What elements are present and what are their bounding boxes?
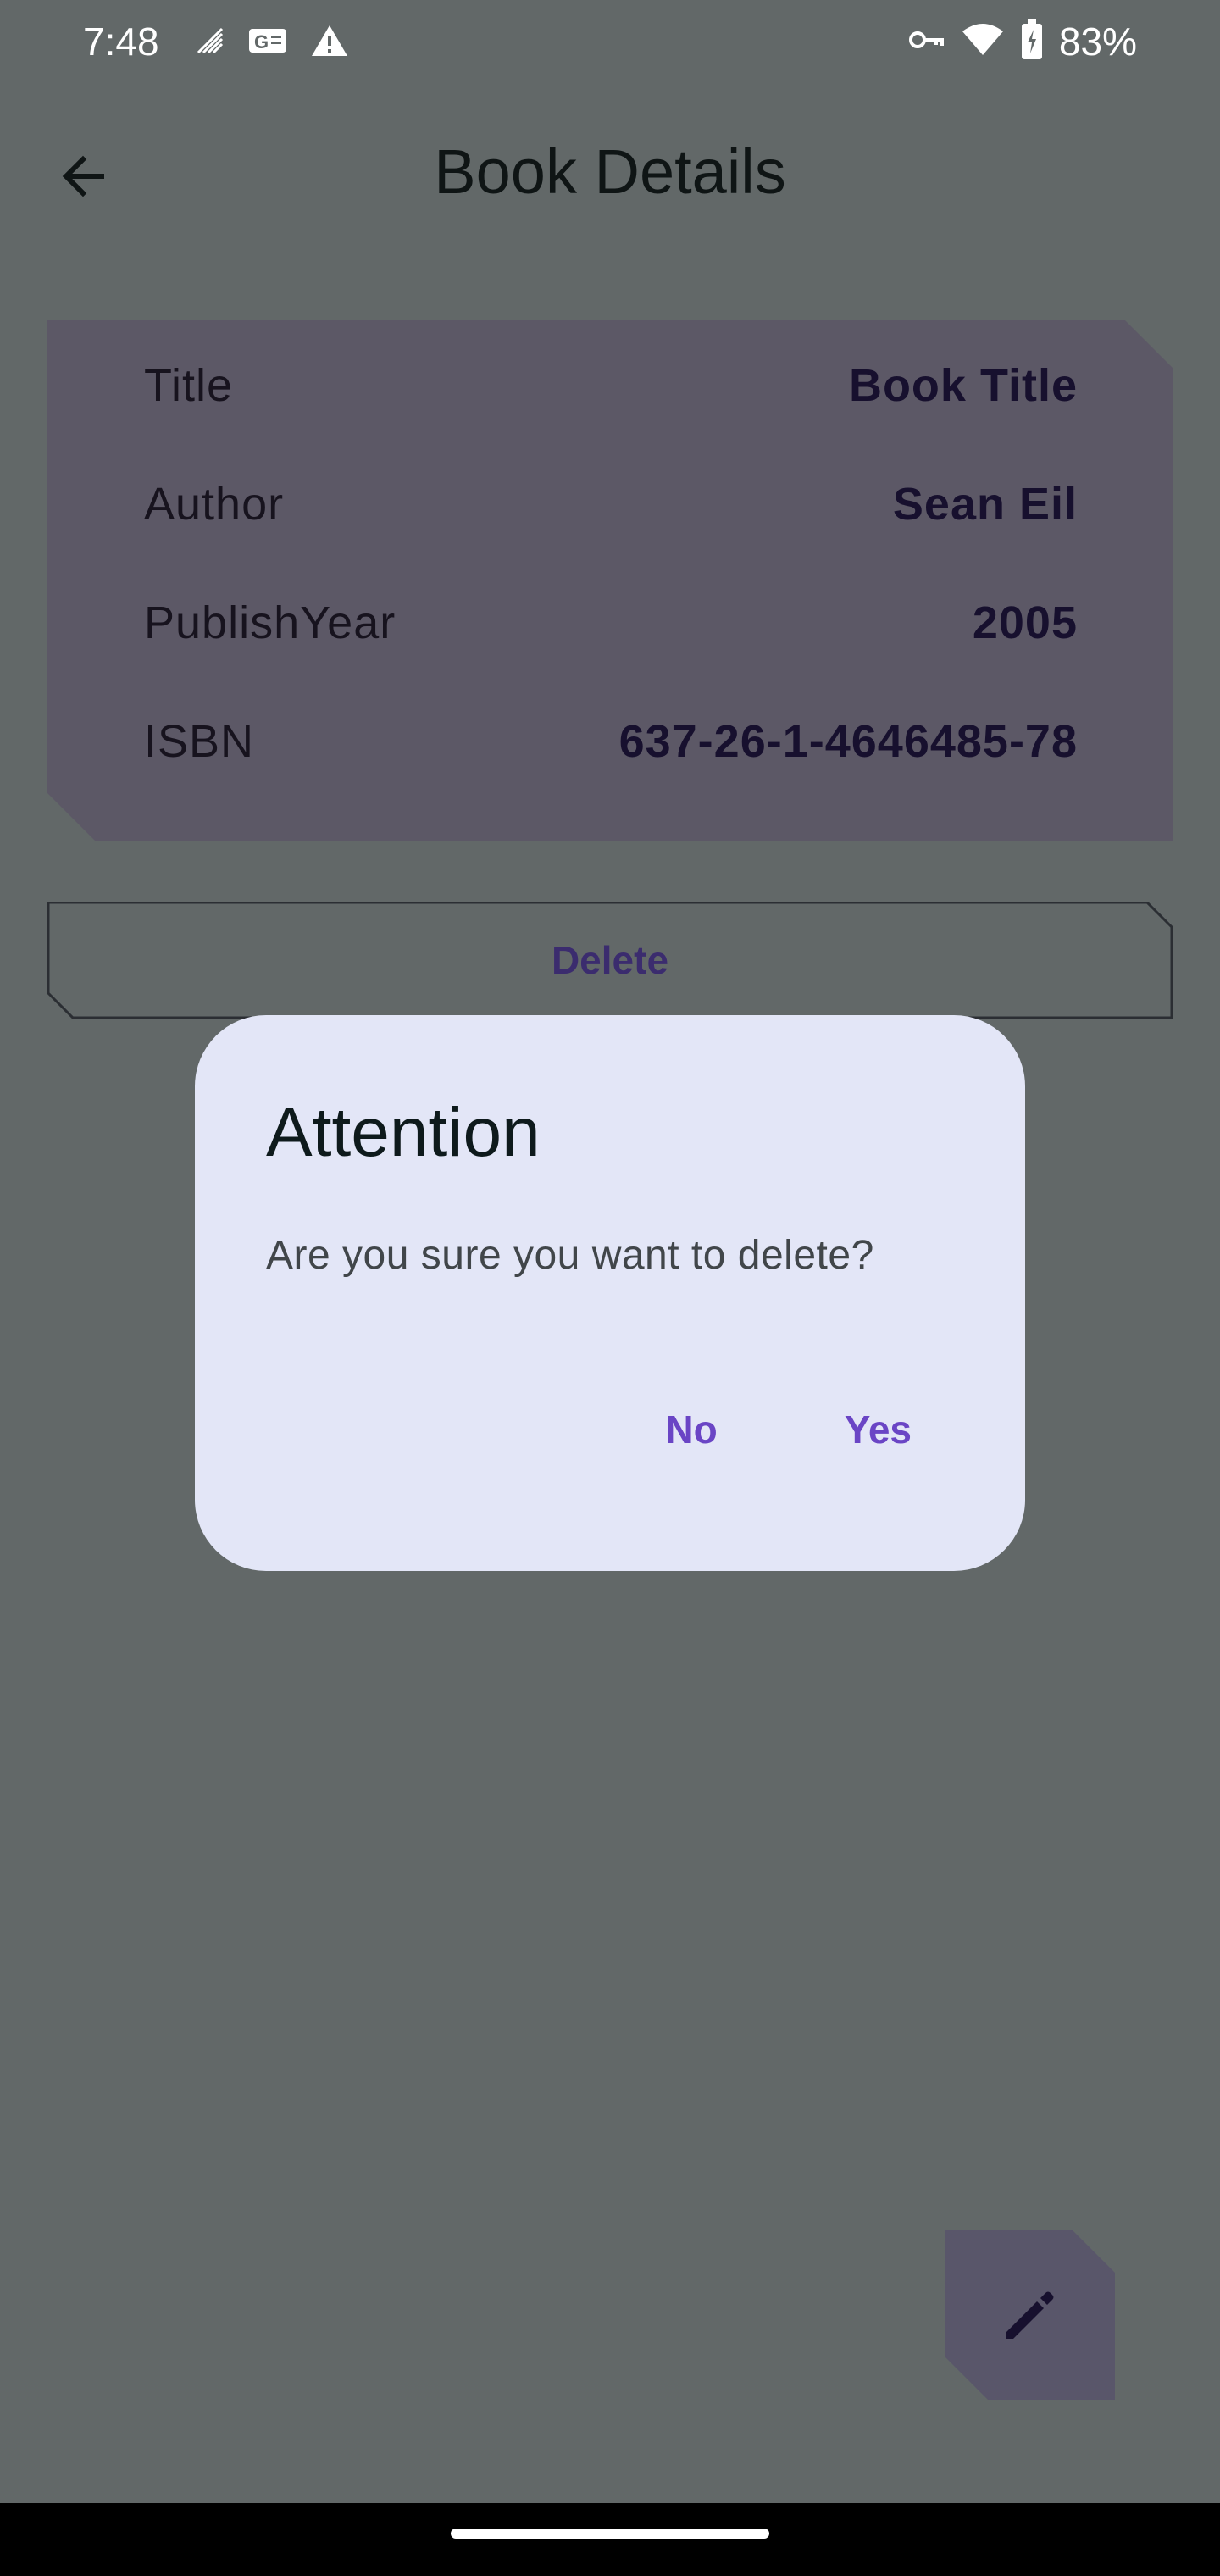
- battery-charging-icon: [1020, 19, 1044, 64]
- edit-fab-button[interactable]: [946, 2230, 1115, 2400]
- delete-button[interactable]: Delete: [47, 902, 1173, 1019]
- detail-value: Book Title: [848, 360, 1078, 411]
- detail-value: 637-26-1-4646485-78: [618, 716, 1078, 767]
- sim-card-icon: G: [247, 25, 288, 60]
- detail-row-isbn: ISBN 637-26-1-4646485-78: [144, 708, 1078, 775]
- app-bar: Book Details: [0, 85, 1220, 271]
- detail-row-title: Title Book Title: [144, 352, 1078, 419]
- detail-value: Sean Eil: [892, 479, 1078, 530]
- navigation-bar: [0, 2503, 1220, 2576]
- vpn-key-icon: [908, 27, 946, 57]
- battery-percent: 83%: [1058, 19, 1137, 64]
- wifi-icon: [961, 23, 1005, 61]
- detail-label: Title: [144, 360, 234, 411]
- book-details-card: Title Book Title Author Sean Eil Publish…: [47, 320, 1173, 841]
- dialog-actions: No Yes: [631, 1390, 946, 1469]
- detail-label: Author: [144, 479, 285, 530]
- status-bar: 7:48 G 83%: [0, 0, 1220, 85]
- dialog-message: Are you sure you want to delete?: [266, 1233, 874, 1278]
- home-indicator[interactable]: [451, 2529, 769, 2539]
- svg-text:G: G: [254, 31, 269, 53]
- detail-row-publish-year: PublishYear 2005: [144, 589, 1078, 657]
- detail-label: ISBN: [144, 716, 255, 767]
- dialog-title: Attention: [266, 1094, 541, 1171]
- warning-icon: [310, 24, 349, 62]
- detail-row-author: Author Sean Eil: [144, 470, 1078, 538]
- page-title: Book Details: [434, 136, 786, 207]
- edit-pencil-icon: [1006, 2291, 1054, 2339]
- confirm-delete-dialog: Attention Are you sure you want to delet…: [195, 1015, 1025, 1571]
- signal-icon: [195, 25, 225, 60]
- no-button[interactable]: No: [631, 1390, 751, 1469]
- detail-value: 2005: [972, 597, 1078, 648]
- detail-label: PublishYear: [144, 597, 396, 648]
- status-time: 7:48: [83, 19, 159, 64]
- status-left-icons: G: [195, 24, 349, 62]
- delete-button-label: Delete: [551, 938, 669, 982]
- yes-button[interactable]: Yes: [811, 1390, 946, 1469]
- status-right-icons: 83%: [908, 19, 1137, 64]
